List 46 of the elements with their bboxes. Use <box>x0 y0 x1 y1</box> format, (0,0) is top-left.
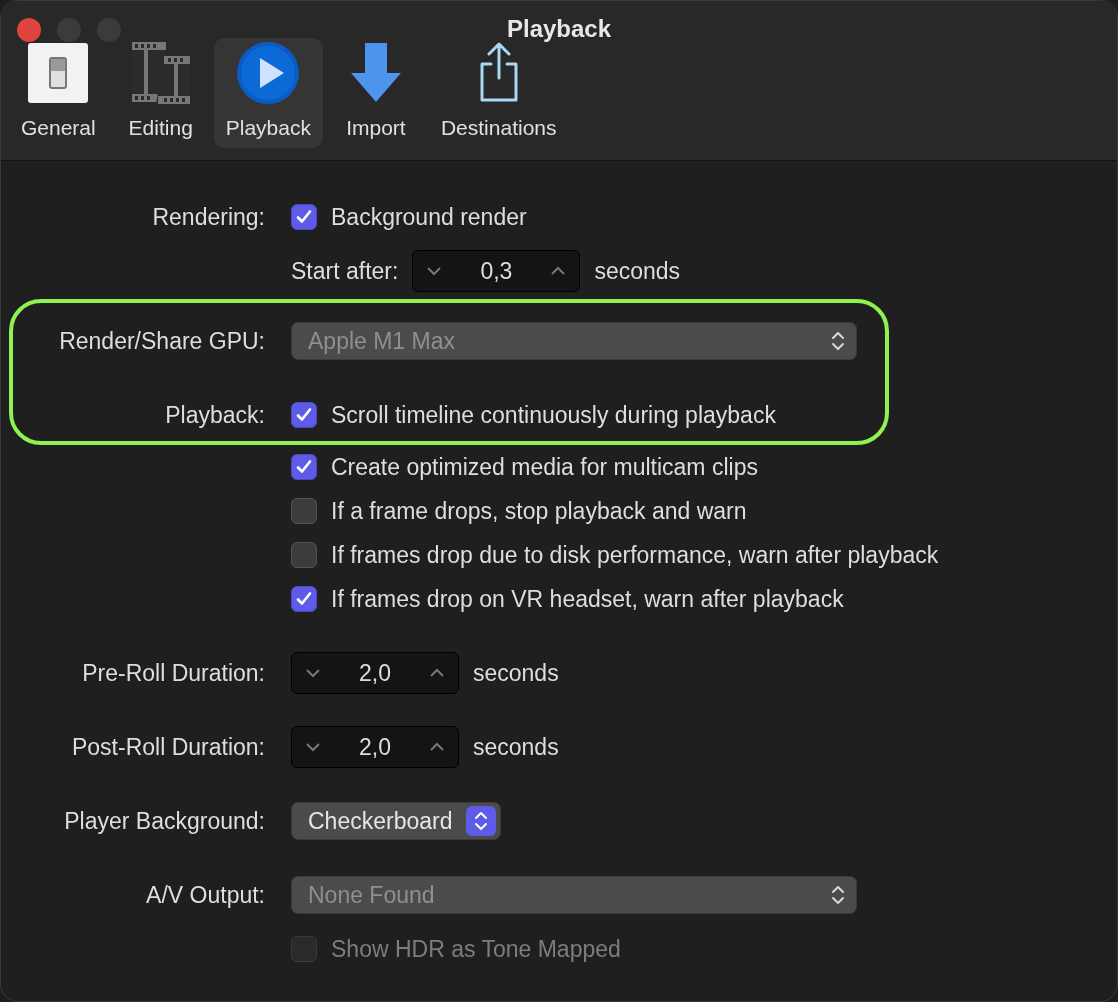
up-down-chevron-icon <box>830 883 846 907</box>
field-label: Pre-Roll Duration: <box>82 659 265 686</box>
field-label: A/V Output: <box>146 881 265 908</box>
number-stepper[interactable]: 2,0 <box>291 726 459 768</box>
toolbar-tab[interactable]: Editing <box>115 38 206 148</box>
checkbox-label: If frames drop due to disk performance, warn after playback <box>331 540 939 570</box>
chevron-down-icon[interactable] <box>425 265 444 277</box>
field-label: Playback: <box>165 401 265 428</box>
unit-label: seconds <box>473 732 559 762</box>
unit-label: seconds <box>594 256 681 286</box>
checkbox[interactable] <box>291 586 317 612</box>
checkmark-icon <box>295 406 313 424</box>
checkbox-label: If a frame drops, stop playback and warn <box>331 496 747 526</box>
field-label: Rendering: <box>152 203 265 230</box>
checkbox-label: Background render <box>331 202 527 232</box>
checkbox[interactable] <box>291 542 317 568</box>
checkbox-label: Show HDR as Tone Mapped <box>331 934 621 964</box>
field-label: Render/Share GPU: <box>59 327 265 354</box>
checkbox-label: Create optimized media for multicam clips <box>331 452 758 482</box>
toolbar-tab[interactable]: Import <box>330 38 421 148</box>
checkbox-label: Scroll timeline continuously during playback <box>331 400 776 430</box>
checkbox[interactable] <box>291 454 317 480</box>
toolbar-tab[interactable]: General <box>9 38 108 148</box>
close-button[interactable] <box>17 18 41 42</box>
chevron-down-icon[interactable] <box>304 667 322 679</box>
checkbox-label: If frames drop on VR headset, warn after playback <box>331 584 844 614</box>
field-label: Player Background: <box>64 807 265 834</box>
field-label: Post-Roll Duration: <box>71 733 265 760</box>
checkmark-icon <box>295 208 313 226</box>
checkbox[interactable] <box>291 498 317 524</box>
checkmark-icon <box>295 590 313 608</box>
chevron-up-icon[interactable] <box>428 667 446 679</box>
window-title: Playback <box>506 15 612 42</box>
checkbox[interactable] <box>291 204 317 230</box>
number-stepper[interactable]: 0,3 <box>412 250 581 292</box>
number-stepper[interactable]: 2,0 <box>291 652 459 694</box>
popup-menu[interactable]: Checkerboard <box>291 802 502 840</box>
field-label: Start after: <box>291 256 399 286</box>
checkmark-icon <box>295 458 313 476</box>
chevron-down-icon[interactable] <box>304 741 322 753</box>
chevron-up-icon[interactable] <box>428 741 446 753</box>
unit-label: seconds <box>473 658 559 688</box>
up-down-chevron-icon <box>830 329 846 353</box>
play-icon <box>235 40 302 106</box>
up-down-chevron-icon <box>466 806 497 836</box>
toolbar-tab[interactable]: Playback <box>213 38 323 148</box>
